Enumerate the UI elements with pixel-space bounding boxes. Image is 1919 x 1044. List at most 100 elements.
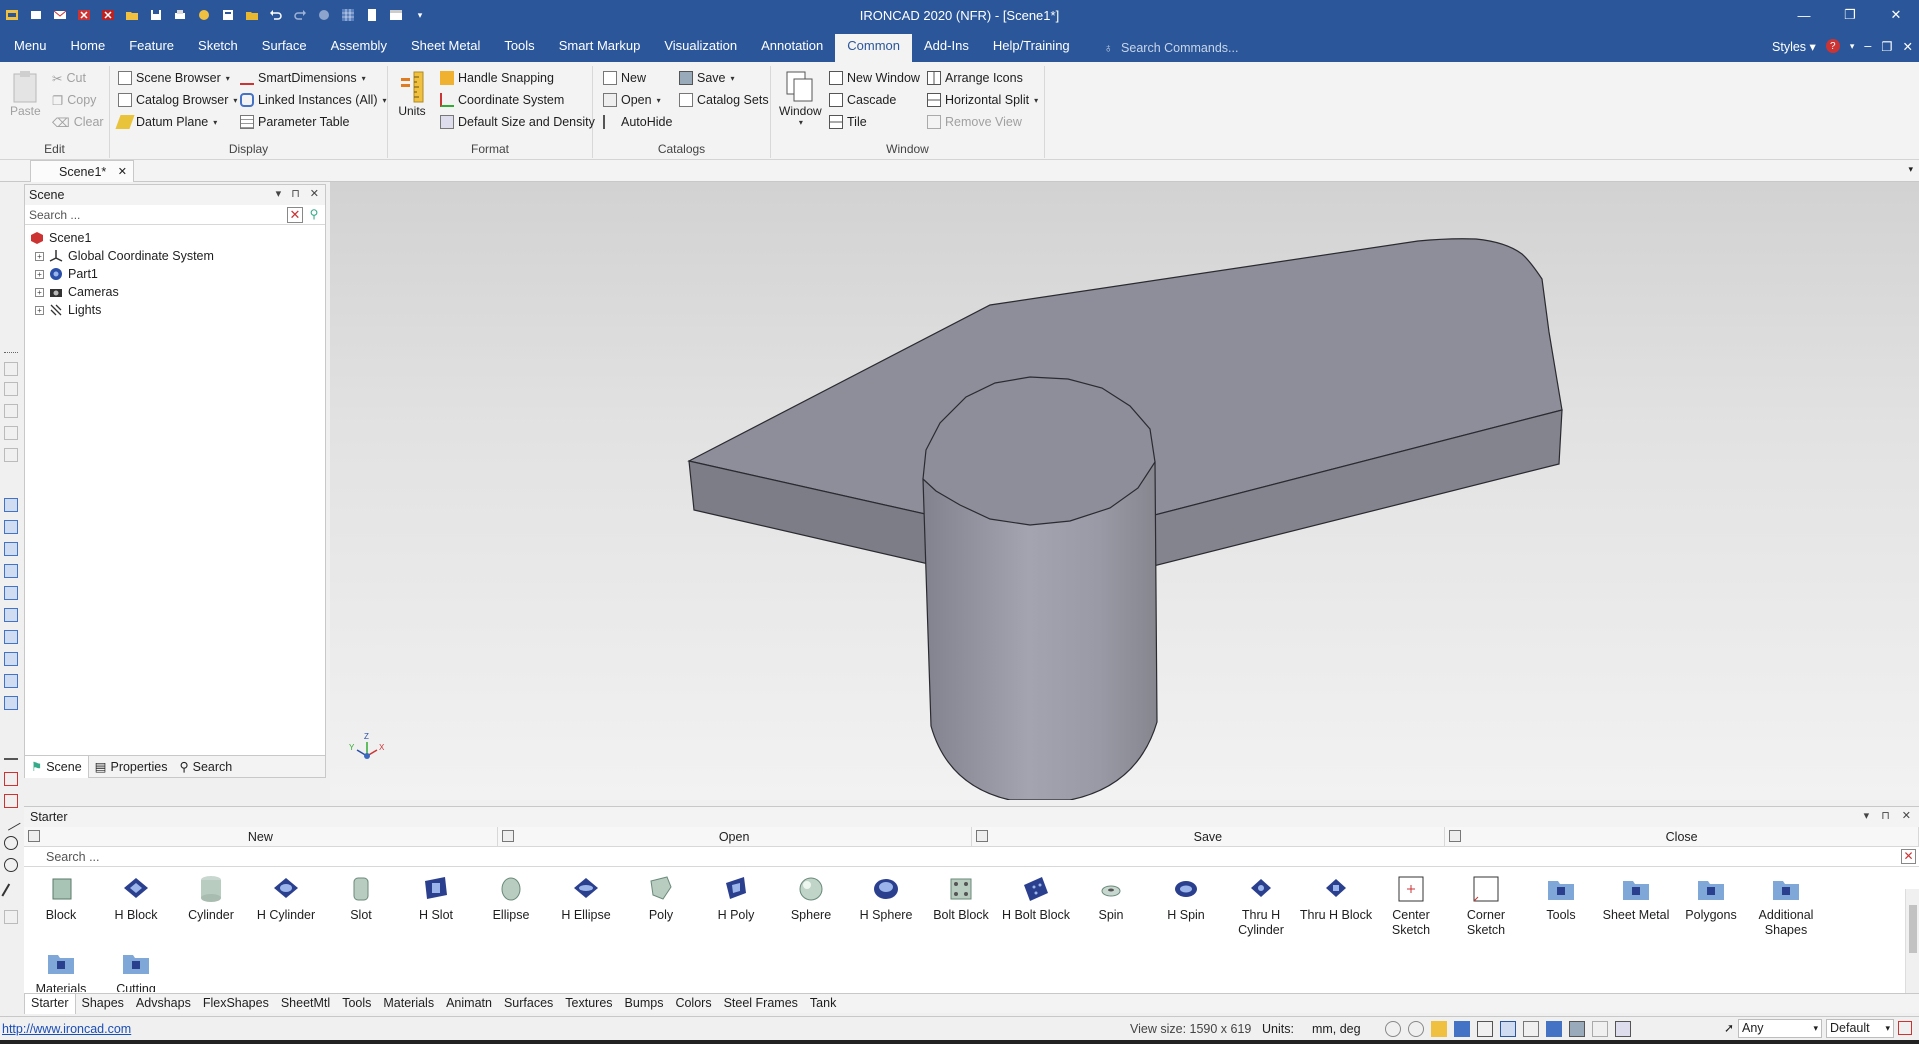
shading-icon[interactable] bbox=[1500, 1021, 1516, 1037]
catalog-new-btn[interactable]: New bbox=[24, 827, 498, 846]
scene-search-field[interactable]: Search ... ✕ ⚲ bbox=[25, 205, 325, 225]
tab-tools[interactable]: Tools bbox=[492, 34, 546, 62]
catalog-tab-shapes[interactable]: Shapes bbox=[76, 994, 130, 1014]
tab-sketch[interactable]: Sketch bbox=[186, 34, 250, 62]
close-file-icon[interactable] bbox=[74, 6, 94, 24]
catalog-item-h-block[interactable]: H Block bbox=[99, 873, 173, 923]
datum-plane-button[interactable]: Datum Plane ▾ bbox=[115, 112, 217, 132]
expand-icon[interactable]: + bbox=[35, 251, 44, 261]
units-button[interactable]: Units bbox=[398, 70, 426, 118]
panel-close-icon[interactable]: ✕ bbox=[310, 187, 319, 200]
visibility-icon[interactable] bbox=[1546, 1021, 1562, 1037]
measure-icon[interactable] bbox=[4, 746, 18, 760]
catalog-item-tools[interactable]: Tools bbox=[1524, 873, 1598, 923]
cascade-button[interactable]: Cascade bbox=[829, 90, 896, 110]
catalog-tab-bumps[interactable]: Bumps bbox=[619, 994, 670, 1014]
render-mode-icon[interactable] bbox=[1431, 1021, 1447, 1037]
coordinate-system-button[interactable]: Coordinate System bbox=[440, 90, 564, 110]
analyze-icon[interactable] bbox=[4, 794, 18, 808]
display-mode-icon[interactable] bbox=[1454, 1021, 1470, 1037]
scrollbar-thumb[interactable] bbox=[1909, 905, 1917, 953]
cut-button[interactable]: ✂ Cut bbox=[52, 68, 86, 88]
view-front-icon[interactable] bbox=[4, 498, 18, 512]
catalog-item-corner-sketch[interactable]: Corner Sketch bbox=[1449, 873, 1523, 938]
catalog-item-h-spin[interactable]: H Spin bbox=[1149, 873, 1223, 923]
catalog-close-btn[interactable]: Close bbox=[1445, 827, 1919, 846]
rotate-view-icon[interactable] bbox=[4, 362, 18, 376]
parameter-table-button[interactable]: Parameter Table bbox=[240, 112, 350, 132]
tab-menu[interactable]: Menu bbox=[0, 34, 59, 62]
tab-home[interactable]: Home bbox=[59, 34, 118, 62]
tab-common[interactable]: Common bbox=[835, 34, 913, 62]
tree-item-scene1[interactable]: Scene1 bbox=[29, 229, 325, 247]
ribbon-minimize-icon[interactable]: – bbox=[1864, 39, 1871, 53]
view-normal-icon[interactable] bbox=[4, 696, 18, 710]
folder-icon[interactable] bbox=[242, 6, 262, 24]
tab-visualization[interactable]: Visualization bbox=[652, 34, 749, 62]
catalog-item-sphere[interactable]: Sphere bbox=[774, 873, 848, 923]
catalog-clear-search-icon[interactable]: ✕ bbox=[1901, 849, 1916, 864]
catalog-save-btn[interactable]: Save bbox=[972, 827, 1446, 846]
lock-view-icon[interactable] bbox=[1592, 1021, 1608, 1037]
styles-dropdown[interactable]: Styles ▾ bbox=[1772, 39, 1816, 54]
sketch-pen-icon[interactable] bbox=[1, 883, 21, 903]
catalog-item-spin[interactable]: Spin bbox=[1074, 873, 1148, 923]
view-trimetric-icon[interactable] bbox=[4, 674, 18, 688]
catalog-item-polygons[interactable]: Polygons bbox=[1674, 873, 1748, 923]
catalog-item-slot[interactable]: Slot bbox=[324, 873, 398, 923]
catalog-item-h-sphere[interactable]: H Sphere bbox=[849, 873, 923, 923]
catalog-item-poly[interactable]: Poly bbox=[624, 873, 698, 923]
view-iso-icon[interactable] bbox=[4, 630, 18, 644]
catalog-browser-button[interactable]: Catalog Browser ▾ bbox=[118, 90, 237, 110]
catalog-item-block[interactable]: Block bbox=[24, 873, 98, 923]
zoom-icon[interactable] bbox=[1385, 1021, 1401, 1037]
status-extra-icon[interactable] bbox=[1898, 1021, 1912, 1035]
customize-dropdown-icon[interactable]: ▾ bbox=[410, 6, 430, 24]
layers-icon[interactable] bbox=[1569, 1021, 1585, 1037]
clear-search-icon[interactable]: ✕ bbox=[287, 207, 303, 223]
catalog-item-bolt-block[interactable]: Bolt Block bbox=[924, 873, 998, 923]
catalog-item-h-ellipse[interactable]: H Ellipse bbox=[549, 873, 623, 923]
handle-snapping-button[interactable]: Handle Snapping bbox=[440, 68, 554, 88]
catalog-pin-icon[interactable]: ⊓ bbox=[1881, 809, 1890, 822]
zoom-window-icon[interactable] bbox=[1408, 1021, 1424, 1037]
document-tab[interactable]: Scene1* ✕ bbox=[30, 160, 134, 182]
undo-icon[interactable] bbox=[266, 6, 286, 24]
command-search-input[interactable]: Search Commands... bbox=[1121, 36, 1238, 60]
restore-icon[interactable]: ❐ bbox=[1827, 0, 1873, 30]
view-left-icon[interactable] bbox=[4, 542, 18, 556]
catalog-tab-tank[interactable]: Tank bbox=[804, 994, 842, 1014]
catalog-tab-textures[interactable]: Textures bbox=[559, 994, 618, 1014]
expand-icon[interactable]: + bbox=[35, 287, 44, 297]
expand-icon[interactable]: + bbox=[35, 269, 44, 279]
catalog-save-button[interactable]: Save ▾ bbox=[679, 68, 735, 88]
tab-add-ins[interactable]: Add-Ins bbox=[912, 34, 981, 62]
selection-filter-select[interactable]: Any ▾ bbox=[1738, 1019, 1822, 1038]
new-window-button[interactable]: New Window bbox=[829, 68, 920, 88]
fit-view-icon[interactable] bbox=[4, 448, 18, 462]
page-icon[interactable] bbox=[362, 6, 382, 24]
minimize-icon[interactable]: — bbox=[1781, 0, 1827, 30]
command-search[interactable]: ♁ Search Commands... bbox=[1104, 34, 1239, 62]
catalog-item-cylinder[interactable]: Cylinder bbox=[174, 873, 248, 923]
ribbon-restore-icon[interactable]: ❐ bbox=[1881, 39, 1892, 54]
ribbon-close-icon[interactable]: ✕ bbox=[1903, 39, 1913, 54]
view-top-icon[interactable] bbox=[4, 586, 18, 600]
catalog-item-additional-shapes[interactable]: Additional Shapes bbox=[1749, 873, 1823, 938]
part-render[interactable]: Z X Y bbox=[330, 182, 1919, 800]
catalog-tab-sheetmtl[interactable]: SheetMtl bbox=[275, 994, 336, 1014]
tile-button[interactable]: Tile bbox=[829, 112, 867, 132]
help-icon[interactable]: ? bbox=[1825, 39, 1840, 53]
document-tab-close-icon[interactable]: ✕ bbox=[118, 165, 127, 178]
catalog-tab-tools[interactable]: Tools bbox=[336, 994, 377, 1014]
view-dimetric-icon[interactable] bbox=[4, 652, 18, 666]
clear-button[interactable]: ⌫ Clear bbox=[52, 112, 104, 132]
tab-assembly[interactable]: Assembly bbox=[319, 34, 399, 62]
catalog-item-h-poly[interactable]: H Poly bbox=[699, 873, 773, 923]
paste-button[interactable]: Paste bbox=[10, 70, 41, 118]
tree-item-cameras[interactable]: + Cameras bbox=[29, 283, 325, 301]
catalog-new-button[interactable]: New bbox=[603, 68, 646, 88]
view-right-icon[interactable] bbox=[4, 564, 18, 578]
linked-instances-button[interactable]: Linked Instances (All) ▾ bbox=[240, 90, 387, 110]
globe-icon[interactable] bbox=[314, 6, 334, 24]
